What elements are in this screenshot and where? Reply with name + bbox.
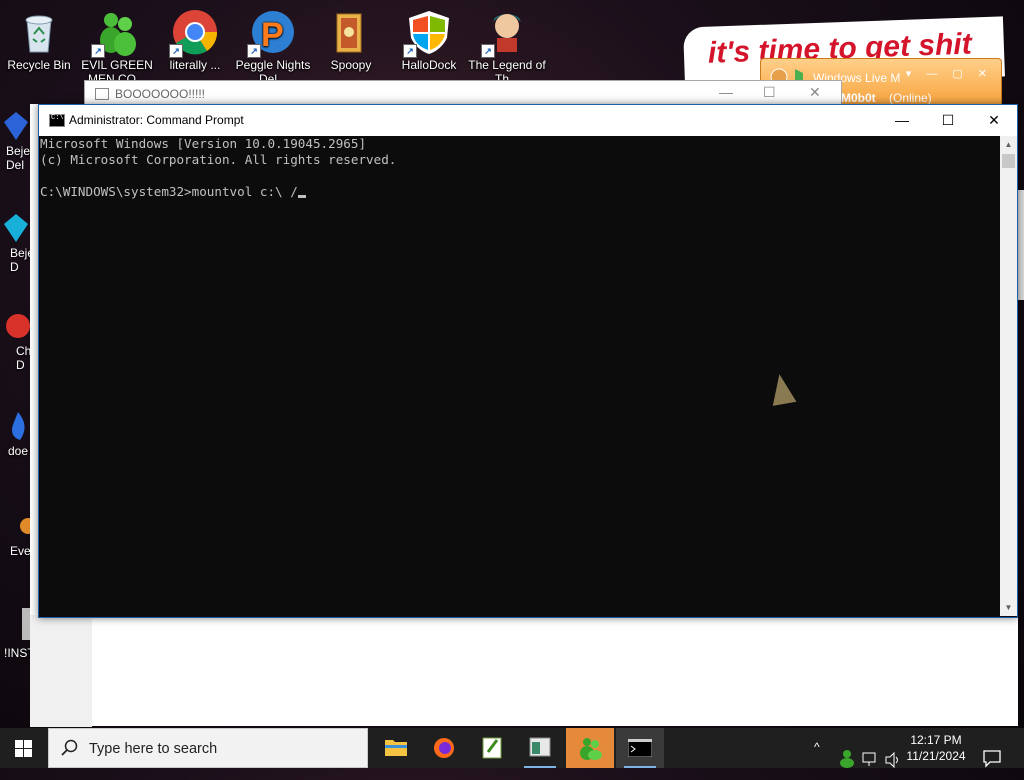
windows-shield-icon: ↗ <box>403 8 453 58</box>
shortcut-arrow-icon: ↗ <box>247 44 261 58</box>
desktop-icon-recycle-bin[interactable]: Recycle Bin <box>0 4 78 72</box>
background-window-title: BOOOOOOO!!!!! <box>115 87 206 101</box>
shortcut-arrow-icon: ↗ <box>481 44 495 58</box>
show-hidden-icons-chevron-icon[interactable]: ^ <box>814 740 820 780</box>
msn-buddies-icon <box>580 738 602 760</box>
cmd-titlebar[interactable]: Administrator: Command Prompt — ☐ ✕ <box>39 105 1017 136</box>
gem-icon <box>0 108 32 144</box>
minimize-button[interactable]: — <box>879 105 925 136</box>
start-button[interactable] <box>0 728 48 768</box>
maximize-button[interactable]: ☐ <box>763 84 776 101</box>
cmd-console-output[interactable]: Microsoft Windows [Version 10.0.19045.29… <box>40 136 1000 616</box>
wlm-username: M0b0t <box>841 91 876 105</box>
gem-icon <box>0 210 32 246</box>
scroll-down-arrow-icon[interactable]: ▼ <box>1000 599 1017 616</box>
desktop-icon-label: HalloDock <box>401 58 457 72</box>
taskbar-messenger[interactable] <box>566 728 614 768</box>
game-character-icon: ↗ <box>481 8 531 58</box>
desktop-icon-spoopy[interactable]: Spoopy <box>312 4 390 72</box>
notifications-icon[interactable] <box>982 738 1002 778</box>
msn-tray-icon[interactable] <box>838 738 856 778</box>
desktop-icon-legend[interactable]: ↗ The Legend of Th... <box>468 4 546 86</box>
firefox-icon <box>434 738 454 758</box>
desktop-icon-label: Spoopy <box>330 58 372 72</box>
taskbar-command-prompt[interactable] <box>616 728 664 768</box>
cmd-window-title: Administrator: Command Prompt <box>69 113 244 127</box>
chuzzle-icon <box>0 308 32 344</box>
installer-icon <box>0 604 32 644</box>
console-input-line[interactable]: C:\WINDOWS\system32>mountvol c:\ / <box>40 184 1000 200</box>
text-cursor <box>297 195 306 198</box>
flame-icon <box>0 408 32 444</box>
network-icon[interactable] <box>862 740 880 780</box>
taskbar: Type here to search ^ 12:17 PM 11/21/202… <box>0 728 1024 769</box>
desktop-icon-hallodock[interactable]: ↗ HalloDock <box>390 4 468 72</box>
taskbar-file-explorer[interactable] <box>372 728 420 768</box>
shortcut-arrow-icon: ↗ <box>91 44 105 58</box>
taskbar-notepad[interactable] <box>468 728 516 768</box>
cmd-scrollbar[interactable]: ▲ ▼ <box>1000 136 1017 616</box>
svg-text:P: P <box>261 16 284 54</box>
desktop-icon-evil-green-men[interactable]: ↗ EVIL GREEN MEN CO... <box>78 4 156 86</box>
taskbar-firefox[interactable] <box>420 728 468 768</box>
taskbar-search-box[interactable]: Type here to search <box>48 728 368 768</box>
cmd-icon <box>49 114 65 127</box>
app-icon <box>0 508 36 544</box>
notepad-icon <box>482 737 502 759</box>
desktop-pet-sprite[interactable] <box>767 372 797 406</box>
shortcut-arrow-icon: ↗ <box>403 44 417 58</box>
close-button[interactable]: ✕ <box>971 105 1017 136</box>
taskbar-clock[interactable]: 12:17 PM 11/21/2024 <box>904 732 968 764</box>
search-placeholder: Type here to search <box>89 741 218 757</box>
msn-buddies-icon: ↗ <box>91 8 141 58</box>
desktop-icon-label: Recycle Bin <box>7 58 71 72</box>
search-icon <box>61 739 78 756</box>
peggle-icon: P ↗ <box>247 8 297 58</box>
close-button[interactable]: ✕ <box>809 84 821 101</box>
chrome-icon: ↗ <box>169 8 219 58</box>
command-prompt-window[interactable]: Administrator: Command Prompt — ☐ ✕ Micr… <box>38 104 1018 618</box>
recycle-bin-icon <box>15 8 63 56</box>
taskbar-window-app[interactable] <box>516 728 564 768</box>
wlm-status[interactable]: (Online) <box>889 91 932 105</box>
volume-icon[interactable] <box>884 740 902 780</box>
shortcut-arrow-icon: ↗ <box>169 44 183 58</box>
scroll-up-arrow-icon[interactable]: ▲ <box>1000 136 1017 153</box>
windows-logo-icon <box>15 740 32 757</box>
folder-icon <box>327 8 375 56</box>
wlm-window-controls[interactable]: ▾ — ▢ ✕ <box>906 67 993 80</box>
window-icon <box>95 88 109 100</box>
scrollbar-thumb[interactable] <box>1002 154 1015 168</box>
folder-icon <box>385 740 407 756</box>
minimize-button[interactable]: — <box>719 84 733 100</box>
cmd-icon <box>628 739 652 757</box>
console-line: (c) Microsoft Corporation. All rights re… <box>40 152 397 167</box>
maximize-button[interactable]: ☐ <box>925 105 971 136</box>
console-line: Microsoft Windows [Version 10.0.19045.29… <box>40 136 367 151</box>
background-window-sidebar <box>30 615 92 727</box>
clock-time: 12:17 PM <box>910 733 962 747</box>
console-command: C:\WINDOWS\system32>mountvol c:\ / <box>40 184 298 199</box>
clock-date: 11/21/2024 <box>906 749 966 763</box>
desktop-icon-peggle[interactable]: P ↗ Peggle Nights Del... <box>234 4 312 86</box>
desktop-icon-label: literally ... <box>169 58 221 72</box>
window-app-icon <box>529 737 551 757</box>
desktop-icon-chrome[interactable]: ↗ literally ... <box>156 4 234 72</box>
